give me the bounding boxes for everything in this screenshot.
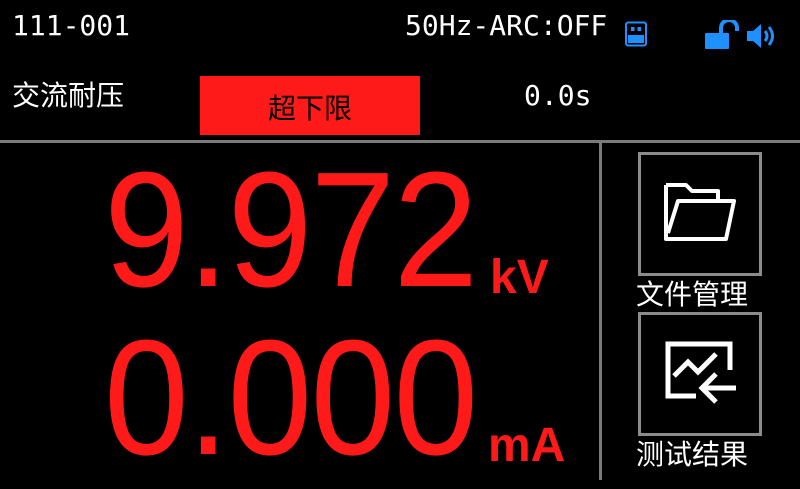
status-badge: 超下限 (200, 76, 420, 135)
test-results-label[interactable]: 测试结果 (636, 438, 796, 472)
speaker-icon[interactable] (745, 22, 779, 54)
test-result-icon (660, 334, 740, 414)
file-management-label[interactable]: 文件管理 (636, 278, 796, 312)
unlock-icon[interactable] (703, 18, 743, 54)
current-unit: mA (488, 419, 566, 472)
test-mode-label: 交流耐压 (12, 79, 125, 112)
file-id: 111-001 (12, 9, 131, 42)
current-reading: 0.000 (104, 306, 478, 489)
usb-icon (624, 21, 648, 51)
folder-icon (660, 177, 740, 251)
frequency-arc-status: 50Hz-ARC:OFF (405, 9, 608, 42)
vertical-divider (599, 142, 602, 480)
test-results-button[interactable] (638, 312, 762, 436)
voltage-reading: 9.972 (104, 138, 478, 321)
file-management-button[interactable] (638, 152, 762, 276)
voltage-unit: kV (490, 251, 549, 304)
test-timer: 0.0s (524, 79, 592, 112)
